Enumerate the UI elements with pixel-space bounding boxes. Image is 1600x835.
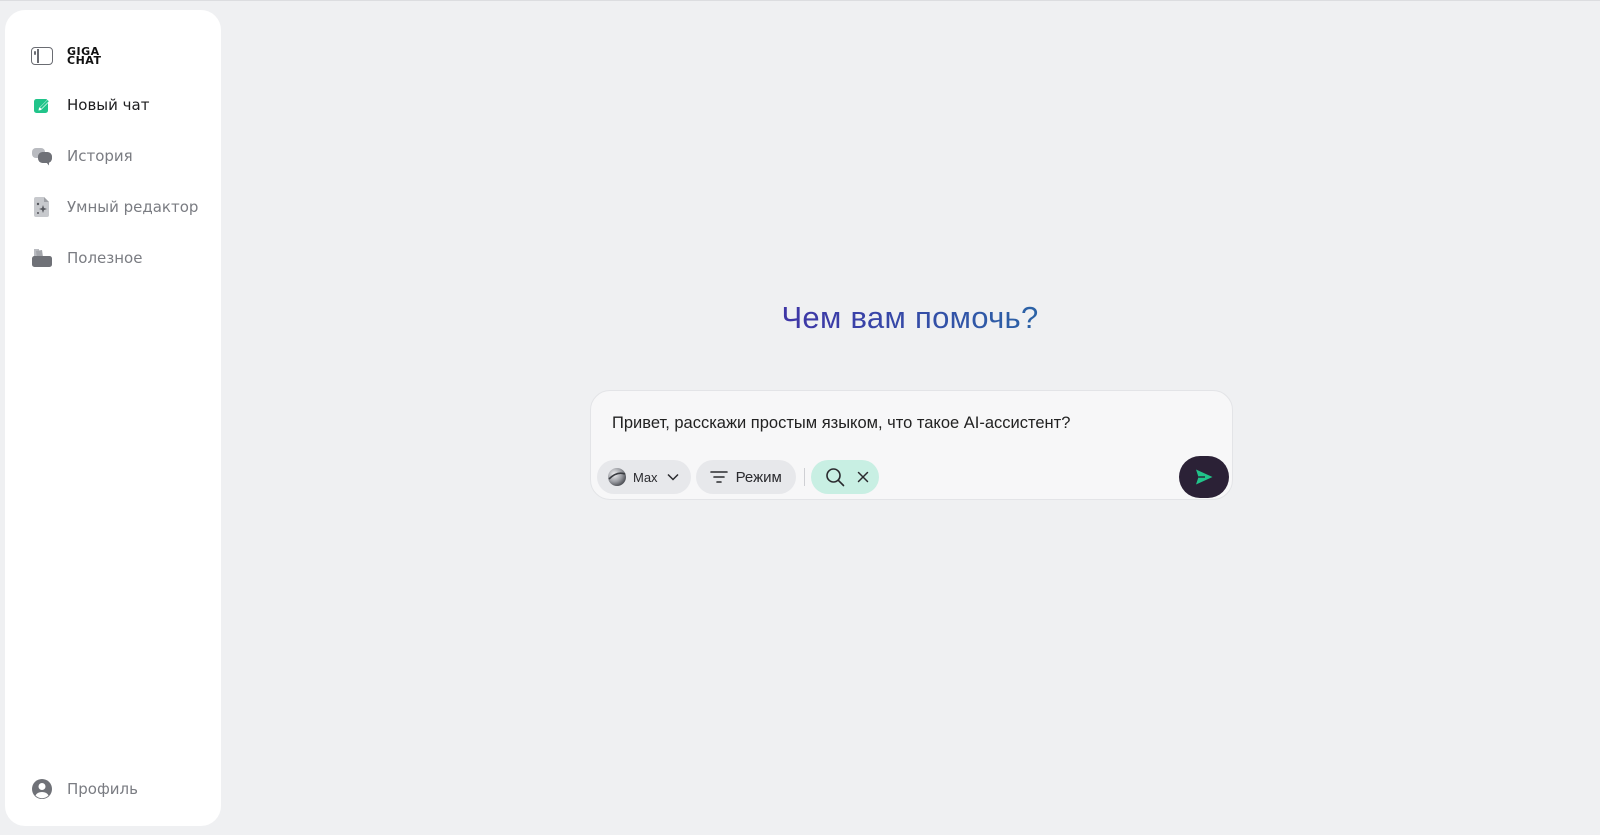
web-search-toggle[interactable]	[810, 460, 879, 494]
sidebar-item-label: История	[67, 147, 133, 165]
sidebar-item-useful[interactable]: Полезное	[31, 242, 211, 274]
sidebar-nav: Новый чат История Умный редактор Полезно…	[31, 89, 211, 293]
sidebar-item-history[interactable]: История	[31, 140, 211, 172]
sidebar-toggle-icon[interactable]	[31, 47, 53, 65]
top-border	[0, 0, 1600, 1]
pencil-icon	[31, 94, 53, 116]
toolbar-divider	[803, 468, 805, 486]
sidebar-item-label: Умный редактор	[67, 198, 199, 216]
send-button[interactable]	[1179, 456, 1229, 498]
logo-line-2: CHAT	[67, 54, 102, 67]
sidebar-item-label: Новый чат	[67, 96, 150, 114]
composer: Max Режим	[590, 390, 1233, 500]
mode-label: Режим	[735, 468, 782, 486]
sparkle-document-icon	[31, 196, 53, 218]
close-icon[interactable]	[857, 471, 869, 483]
sidebar-item-smart-editor[interactable]: Умный редактор	[31, 191, 211, 223]
send-arrow-icon	[1194, 468, 1214, 486]
chat-bubbles-icon	[31, 145, 53, 167]
logo[interactable]: GIGA CHAT	[67, 46, 117, 67]
composer-toolbar: Max Режим	[597, 460, 879, 494]
profile-label: Профиль	[67, 780, 138, 798]
model-selector[interactable]: Max	[597, 460, 691, 494]
message-input[interactable]	[612, 411, 1192, 435]
chevron-down-icon	[667, 473, 679, 481]
sidebar-item-new-chat[interactable]: Новый чат	[31, 89, 211, 121]
mode-button[interactable]: Режим	[695, 460, 796, 494]
search-icon	[825, 467, 845, 487]
model-label: Max	[633, 469, 658, 485]
sidebar-header: GIGA CHAT	[31, 38, 117, 74]
page-title: Чем вам помочь?	[590, 300, 1230, 336]
sidebar: GIGA CHAT Новый чат История Умный редакт…	[5, 10, 221, 826]
filter-lines-icon	[709, 470, 728, 484]
folder-tools-icon	[31, 247, 53, 269]
user-avatar-icon	[31, 778, 53, 800]
sidebar-item-profile[interactable]: Профиль	[31, 775, 138, 803]
sidebar-item-label: Полезное	[67, 249, 143, 267]
model-sphere-icon	[607, 467, 627, 487]
